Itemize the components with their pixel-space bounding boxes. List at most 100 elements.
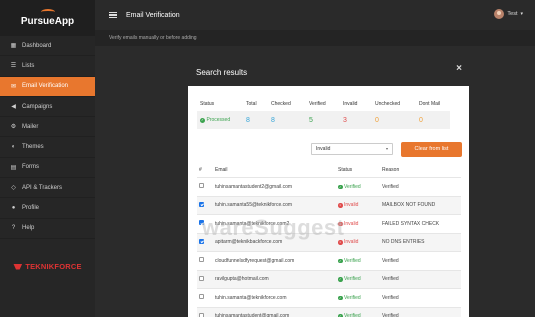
sidebar: PursueApp ▦ Dashboard ☰ Lists ✉ Email Verific… [0,0,95,317]
stats-header-unchecked: Unchecked [375,100,401,107]
col-header-index: # [199,166,202,173]
stats-values-row: ✓ Processed 8 8 5 3 0 0 [197,111,450,129]
row-checkbox[interactable] [197,238,215,246]
row-status-label: Verified [344,257,361,264]
check-circle-icon: ✓ [338,277,343,282]
table-row[interactable]: tuhinsamantastudent2@gmail.com ✓ Verified V… [197,177,461,196]
row-email: tuhinsamantastudent2@gmail.com [215,183,293,190]
sidebar-item-email-verification[interactable]: ✉ Email Verification [0,76,95,97]
sidebar-item-help[interactable]: ? Help [0,219,95,239]
table-row[interactable]: tuhin.samanta55@teknikforce.com × Invalid M… [197,195,461,214]
sidebar-item-mailer[interactable]: ⚙ Mailer [0,117,95,138]
user-name: Test [507,11,518,17]
sidebar-item-dashboard[interactable]: ▦ Dashboard [0,36,95,57]
row-status: × Invalid [338,239,382,245]
checkbox-icon[interactable] [199,238,204,244]
table-row[interactable]: cloudfunnelsdfyrequest@gmail.com ✓ Verifie… [197,251,461,270]
row-email: ravilgupta@hotmail.com [215,276,269,283]
app-logo[interactable]: PursueApp [0,0,95,36]
row-status-label: Verified [344,276,361,283]
check-circle-icon: ✓ [338,295,343,301]
row-checkbox[interactable] [197,183,215,190]
teknikforce-logo: TEKNIKFORCE [0,262,95,271]
sidebar-item-label: Forms [22,164,39,171]
teknikforce-text: TEKNIKFORCE [25,262,82,271]
sidebar-item-label: Campaigns [22,103,53,110]
checkbox-icon[interactable] [199,275,204,281]
chevron-down-icon: ▾ [520,11,523,17]
sidebar-item-profile[interactable]: ● Profile [0,198,95,219]
clear-from-list-button[interactable]: Clear from list [401,142,462,157]
sidebar-item-label: API & Trackers [22,184,63,191]
stats-verified: 5 [309,116,313,124]
gear-icon: ⚙ [10,124,17,131]
status-filter-value: Invalid [316,146,331,152]
email-icon: ✉ [10,83,17,90]
row-checkbox[interactable] [197,275,215,283]
table-row[interactable]: tuhin.samanta@teknikforce.com2 × Invalid FA… [197,214,461,233]
row-email: tuhinsamantastudent@gmail.com [215,313,290,317]
row-email: apitarm@teknikbackforce.com [215,239,283,246]
row-status: ✓ Verified [338,276,382,282]
palette-icon: ◐ [11,144,16,151]
x-circle-icon: × [338,221,343,227]
table-row[interactable]: apitarm@teknikbackforce.com × Invalid NO DN… [197,232,461,251]
row-email: tuhin.samanta@teknikforce.com2 [215,220,290,227]
stats-status-label: Processed [206,117,231,123]
user-menu[interactable]: Test ▾ [494,9,523,19]
row-status-label: Invalid [344,202,359,209]
checkbox-icon[interactable] [199,312,204,317]
stats-header-status: Status [200,100,215,107]
help-icon: ? [11,225,16,232]
row-reason: MAILBOX NOT FOUND [382,202,436,209]
row-reason: FAILED SYNTAX CHECK [382,220,440,227]
stats-checked: 8 [271,116,275,124]
stats-header-invalid: Invalid [343,100,358,107]
stats-status: ✓ Processed [197,117,246,123]
checkbox-icon[interactable] [199,294,204,300]
page-title: Email Verification [126,11,180,19]
menu-toggle-icon[interactable] [109,11,117,19]
sidebar-item-themes[interactable]: ◐ Themes [0,137,95,158]
sidebar-item-label: Lists [22,62,35,69]
row-checkbox[interactable] [197,294,215,301]
checkbox-icon[interactable] [199,257,204,263]
checkbox-icon[interactable] [199,183,204,189]
list-icon: ☰ [10,63,17,70]
table-row[interactable]: tuhin.samanta@teknikforce.com ✓ Verified Ve… [197,288,461,307]
col-header-email: Email [215,166,228,173]
sidebar-item-campaigns[interactable]: ◀ Campaigns [0,97,95,118]
status-filter-select[interactable]: Invalid ▾ [311,143,393,155]
sidebar-item-label: Mailer [22,123,39,130]
top-bar: Email Verification Test ▾ [95,0,535,30]
stats-invalid: 3 [343,116,347,124]
check-circle-icon: ✓ [338,258,343,264]
col-header-reason: Reason [382,166,400,173]
dashboard-icon: ▦ [10,43,17,50]
stats-header-total: Total [246,100,257,107]
row-email: tuhin.samanta55@teknikforce.com [215,202,293,209]
close-icon[interactable]: × [456,63,462,74]
table-row[interactable]: ravilgupta@hotmail.com ✓ Verified Verified [197,269,461,288]
modal-header: Search results × [188,58,469,86]
row-reason: Verified [382,257,399,264]
row-checkbox[interactable] [197,257,215,264]
sidebar-item-lists[interactable]: ☰ Lists [0,56,95,77]
row-checkbox[interactable] [197,312,215,317]
checkbox-icon[interactable] [199,220,204,226]
sidebar-item-label: Themes [22,144,44,151]
results-header-row: # Email Status Reason [197,162,461,177]
user-icon: ● [11,205,16,212]
x-circle-icon: × [338,203,343,208]
sidebar-item-api-trackers[interactable]: ◇ API & Trackers [0,178,95,199]
x-circle-icon: × [338,240,343,245]
stats-dont-mail: 0 [419,116,423,124]
row-checkbox[interactable] [197,201,215,209]
row-checkbox[interactable] [197,220,215,227]
search-results-modal: Search results × Status Total Checked Ve… [188,58,469,317]
table-row[interactable]: tuhinsamantastudent@gmail.com ✓ Verified Ve… [197,306,461,317]
row-reason: NO DNS ENTRIES [382,239,425,246]
checkbox-icon[interactable] [199,201,204,207]
row-status-label: Invalid [344,239,359,246]
sidebar-item-forms[interactable]: ▤ Forms [0,158,95,179]
